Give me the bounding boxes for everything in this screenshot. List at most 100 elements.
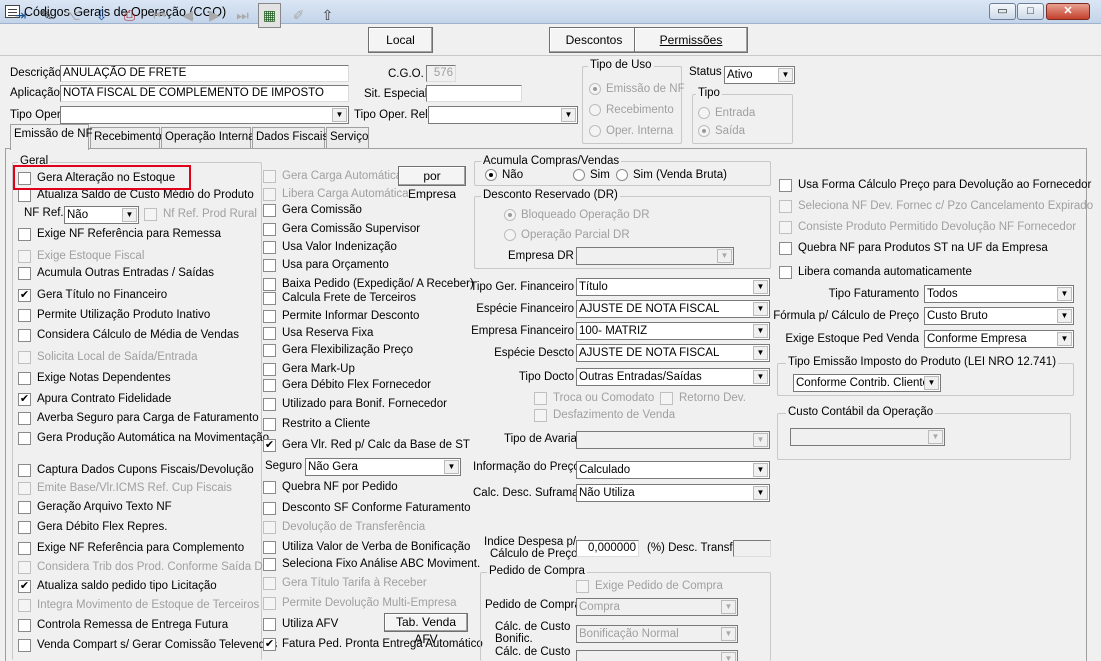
radio-oper-interna[interactable]: Oper. Interna [589,123,673,139]
checkbox-solicita-local-de-saida-entrada[interactable]: Solicita Local de Saída/Entrada [18,349,197,365]
checkbox-gera-debito-flex-repres[interactable]: Gera Débito Flex Repres. [18,519,167,535]
tipo-faturamento-select[interactable]: Todos ▼ [924,285,1074,303]
checkbox-fatura-ped-pronta-entrega-automatico[interactable]: ✔ Fatura Ped. Pronta Entrega Automático [263,636,483,652]
grid-view-icon[interactable]: ▦ [258,3,281,28]
tab-recebimento[interactable]: Recebimento [90,127,162,148]
radio-acum-nao[interactable]: Não [485,167,523,183]
radio-acum-sim[interactable]: Sim [573,167,610,183]
checkbox-venda-compart-s-gerar-comissao-televendas[interactable]: Venda Compart s/ Gerar Comissão Televend… [18,637,277,653]
tipo-oper-rel-select[interactable]: ▼ [428,106,578,124]
prev-record-icon[interactable]: ◀ [176,3,199,28]
calc-custo-select[interactable]: ▼ [576,650,738,661]
close-button[interactable]: ✕ [1046,3,1090,20]
radio-recebimento[interactable]: Recebimento [589,102,674,118]
cgo-input[interactable]: 576 [426,65,456,82]
checkbox-usa-forma-calculo-preco-para-devolucao-ao-fornecedor[interactable]: Usa Forma Cálculo Preço para Devolução a… [779,177,1091,193]
checkbox-usa-reserva-fixa[interactable]: Usa Reserva Fixa [263,325,373,341]
calc-desc-suframa-select[interactable]: Não Utiliza ▼ [576,484,770,502]
permissoes-button[interactable]: Permissões [634,27,748,53]
checkbox-gera-carga-automatica[interactable]: Gera Carga Automática [263,168,402,184]
custo-contabil-select[interactable]: ▼ [790,428,945,446]
checkbox-consiste-produto-permitido-devolucao-nf-fornecedor[interactable]: Consiste Produto Permitido Devolução NF … [779,219,1076,235]
especie-descto-select[interactable]: AJUSTE DE NOTA FISCAL ▼ [576,344,770,362]
tab-operacao-interna[interactable]: Operação Interna [161,127,255,148]
checkbox-gera-vlr-red-p-calc-da-base-de-st[interactable]: ✔ Gera Vlr. Red p/ Calc da Base de ST [263,437,470,453]
checkbox-permite-devolucao-multi-empresa[interactable]: Permite Devolução Multi-Empresa [263,595,456,611]
checkbox-integra-movimento-de-estoque-de-terceiros[interactable]: Integra Movimento de Estoque de Terceiro… [18,597,259,613]
especie-financeiro-select[interactable]: AJUSTE DE NOTA FISCAL ▼ [576,300,770,318]
checkbox-troca-comodato[interactable]: Troca ou Comodato [534,390,654,406]
tab-emissao-nf[interactable]: Emissão de NF [10,124,93,150]
radio-saida[interactable]: Saída [698,123,745,139]
checkbox-apura-contrato-fidelidade[interactable]: ✔ Apura Contrato Fidelidade [18,391,171,407]
por-empresa-button[interactable]: por Empresa [398,166,466,201]
save-download-icon[interactable]: ⇩ [90,3,113,28]
checkbox-permite-utilizacao-produto-inativo[interactable]: Permite Utilização Produto Inativo [18,307,210,323]
checkbox-emite-base-vlr-icms-ref-cup-fiscais[interactable]: Emite Base/Vlr.ICMS Ref. Cup Fiscais [18,480,232,496]
checkbox-gera-producao-automatica-na-movimentacao[interactable]: Gera Produção Automática na Movimentação [18,430,269,446]
tipo-docto-select[interactable]: Outras Entradas/Saídas ▼ [576,368,770,386]
tab-dados-fiscais[interactable]: Dados Fiscais [252,127,328,148]
descontos-button[interactable]: Descontos [549,27,639,53]
checkbox-seleciona-fixo-analise-abc-moviment[interactable]: Seleciona Fixo Análise ABC Moviment. [263,556,480,572]
tipo-oper-select[interactable]: ▼ [60,106,349,124]
checkbox-libera-carga-automatica[interactable]: Libera Carga Automática [263,186,409,202]
checkbox-utilizado-para-bonif-fornecedor[interactable]: Utilizado para Bonif. Fornecedor [263,396,447,412]
checkbox-usa-para-orcamento[interactable]: Usa para Orçamento [263,257,389,273]
checkbox-considera-calculo-de-media-de-vendas[interactable]: Considera Cálculo de Média de Vendas [18,327,239,343]
radio-bloqueado-dr[interactable]: Bloqueado Operação DR [504,207,650,223]
tab-servico[interactable]: Serviço [326,127,369,148]
checkbox-considera-trib-dos-prod-conforme-saida-dev[interactable]: Considera Trib dos Prod. Conforme Saída … [18,559,277,575]
empresa-dr-select[interactable]: ▼ [576,247,734,265]
checkbox-retorno-dev[interactable]: Retorno Dev. [660,390,746,406]
last-record-icon[interactable]: ⏭ [231,3,254,28]
edit-icon[interactable]: ✐ [287,3,310,28]
checkbox-gera-comissao[interactable]: Gera Comissão [263,202,362,218]
erase-icon[interactable]: ✎ [35,3,58,28]
checkbox-geracao-arquivo-texto-nf[interactable]: Geração Arquivo Texto NF [18,499,172,515]
checkbox-libera-comanda-automaticamente[interactable]: Libera comanda automaticamente [779,264,972,280]
checkbox-gera-flexibilizacao-preco[interactable]: Gera Flexibilização Preço [263,342,413,358]
checkbox-restrito-a-cliente[interactable]: Restrito a Cliente [263,416,370,432]
nf-ref-select[interactable]: Não ▼ [64,206,139,224]
checkbox-exige-pedido-compra[interactable]: Exige Pedido de Compra [576,578,723,594]
checkbox-atualiza-saldo-pedido-tipo-licitacao[interactable]: ✔ Atualiza saldo pedido tipo Licitação [18,578,217,594]
checkbox-desfazimento-venda[interactable]: Desfazimento de Venda [534,407,675,423]
empresa-financeiro-select[interactable]: 100- MATRIZ ▼ [576,322,770,340]
seguro-select[interactable]: Não Gera ▼ [305,458,461,476]
checkbox-exige-notas-dependentes[interactable]: Exige Notas Dependentes [18,370,171,386]
checkbox-exige-nf-referencia-para-remessa[interactable]: Exige NF Referência para Remessa [18,226,221,242]
flowchart-icon[interactable]: ⌥ [61,3,84,28]
checkbox-gera-comissao-supervisor[interactable]: Gera Comissão Supervisor [263,221,420,237]
checkbox-averba-seguro-para-carga-de-faturamento[interactable]: Averba Seguro para Carga de Faturamento [18,410,259,426]
radio-emissao-nf[interactable]: Emissão de NF [589,81,685,97]
first-record-icon[interactable]: ⏮ [148,3,171,28]
exit-icon[interactable]: ⇥ [9,3,32,28]
indice-input[interactable]: 0,000000 [576,540,639,557]
checkbox-exige-estoque-fiscal[interactable]: Exige Estoque Fiscal [18,248,144,264]
aplicacao-input[interactable]: NOTA FISCAL DE COMPLEMENTO DE IMPOSTO [60,85,349,102]
upload-icon[interactable]: ⇧ [316,3,339,28]
checkbox-controla-remessa-de-entrega-futura[interactable]: Controla Remessa de Entrega Futura [18,617,228,633]
minimize-button[interactable]: ▭ [989,3,1016,20]
status-select[interactable]: Ativo ▼ [724,66,795,84]
checkbox-quebra-nf-por-pedido[interactable]: Quebra NF por Pedido [263,479,398,495]
checkbox-calcula-frete-de-terceiros[interactable]: Calcula Frete de Terceiros [263,290,416,306]
maximize-button[interactable]: □ [1017,3,1044,20]
emissao-imposto-select[interactable]: Conforme Contrib. Cliente ▼ [793,374,941,392]
radio-entrada[interactable]: Entrada [698,105,755,121]
checkbox-quebra-nf-para-produtos-st-na-uf-da-empresa[interactable]: Quebra NF para Produtos ST na UF da Empr… [779,240,1048,256]
checkbox-usa-valor-indenizacao[interactable]: Usa Valor Indenização [263,239,397,255]
tipo-avaria-select[interactable]: ▼ [576,431,770,449]
checkbox-gera-titulo-tarifa-a-receber[interactable]: Gera Título Tarifa à Receber [263,575,427,591]
exige-estoque-ped-venda-select[interactable]: Conforme Empresa ▼ [924,330,1074,348]
next-record-icon[interactable]: ▶ [203,3,226,28]
radio-acum-sim-bruta[interactable]: Sim (Venda Bruta) [616,167,727,183]
checkbox-permite-informar-desconto[interactable]: Permite Informar Desconto [263,308,419,324]
checkbox-gera-mark-up[interactable]: Gera Mark-Up [263,361,355,377]
checkbox-nf-ref-prod-rural[interactable]: Nf Ref. Prod Rural [144,206,257,222]
checkbox-exige-nf-referencia-para-complemento[interactable]: Exige NF Referência para Complemento [18,540,244,556]
descricao-input[interactable]: ANULAÇÃO DE FRETE [60,65,349,82]
checkbox-acumula-outras-entradas-saidas[interactable]: Acumula Outras Entradas / Saídas [18,265,214,281]
print-icon[interactable]: ⎙ [118,3,141,28]
